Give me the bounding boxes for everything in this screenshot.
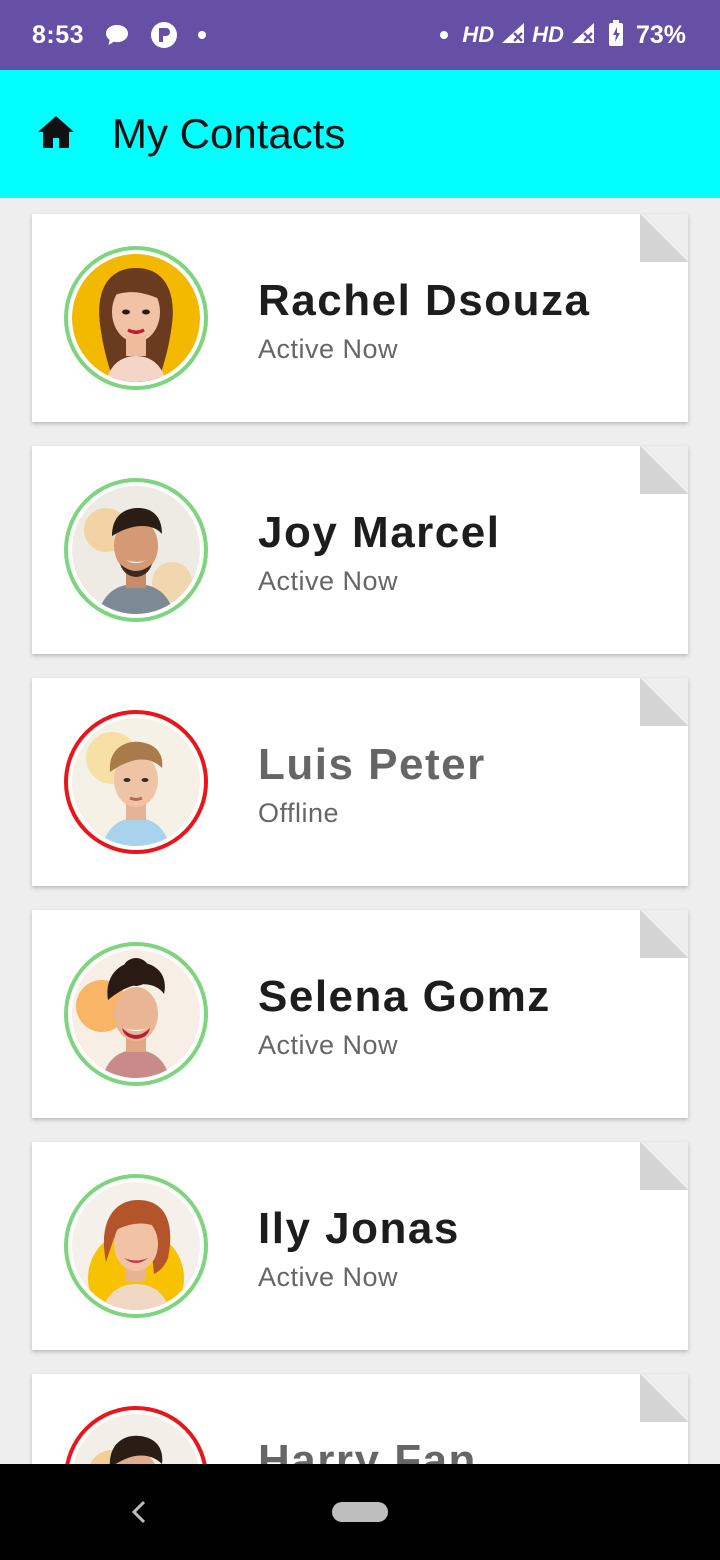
network-type-1: HD — [462, 22, 495, 47]
signal-icon-1 — [500, 21, 526, 50]
avatar-ring-online — [64, 478, 208, 622]
screen: 8:53 HD HD 73% My Contacts Rachel Dsouza… — [0, 0, 720, 1560]
contact-card[interactable]: Harry Fan — [32, 1374, 688, 1464]
home-pill-button[interactable] — [332, 1502, 388, 1522]
avatar — [72, 254, 200, 382]
contact-name: Joy Marcel — [258, 508, 501, 557]
card-corner-fold — [640, 910, 688, 958]
card-corner-fold — [640, 446, 688, 494]
contact-name: Rachel Dsouza — [258, 276, 591, 325]
home-icon[interactable] — [36, 114, 76, 155]
status-time: 8:53 — [32, 20, 85, 49]
avatar-ring-online — [64, 246, 208, 390]
battery-charging-icon — [608, 19, 624, 51]
avatar — [72, 486, 200, 614]
card-corner-fold — [640, 678, 688, 726]
contact-card[interactable]: Rachel Dsouza Active Now — [32, 214, 688, 422]
notification-dot-icon — [440, 31, 449, 39]
contact-list: Rachel Dsouza Active Now Joy Marcel Acti… — [0, 198, 720, 1464]
network-type-2: HD — [532, 22, 564, 47]
avatar — [72, 950, 200, 1078]
status-bar: 8:53 HD HD 73% — [0, 0, 720, 70]
chat-notification-icon — [104, 23, 130, 47]
contact-card[interactable]: Selena Gomz Active Now — [32, 910, 688, 1118]
avatar — [72, 1414, 200, 1464]
avatar-ring-offline — [64, 1406, 208, 1464]
avatar-ring-online — [64, 1174, 208, 1318]
contact-name: Harry Fan — [258, 1436, 477, 1464]
contact-name: Selena Gomz — [258, 972, 551, 1021]
card-corner-fold — [640, 1374, 688, 1422]
avatar — [72, 1182, 200, 1310]
back-icon[interactable] — [128, 1498, 150, 1526]
app-bar: My Contacts — [0, 70, 720, 198]
avatar-ring-offline — [64, 710, 208, 854]
contact-status: Active Now — [258, 1262, 399, 1292]
contact-card[interactable]: Ily Jonas Active Now — [32, 1142, 688, 1350]
more-notifications-dot-icon — [198, 31, 207, 39]
page-title: My Contacts — [112, 110, 346, 157]
battery-percentage: 73% — [635, 20, 686, 49]
signal-icon-2 — [570, 21, 596, 50]
contact-card[interactable]: Joy Marcel Active Now — [32, 446, 688, 654]
avatar-ring-online — [64, 942, 208, 1086]
contact-card[interactable]: Luis Peter Offline — [32, 678, 688, 886]
contact-status: Active Now — [258, 1030, 399, 1060]
contact-status: Offline — [258, 798, 340, 828]
card-corner-fold — [640, 1142, 688, 1190]
avatar — [72, 718, 200, 846]
card-corner-fold — [640, 214, 688, 262]
navigation-bar — [0, 1464, 720, 1560]
contact-status: Active Now — [258, 566, 399, 596]
contact-status: Active Now — [258, 334, 399, 364]
app-notification-icon — [150, 21, 178, 49]
contact-name: Ily Jonas — [258, 1204, 460, 1253]
contact-name: Luis Peter — [258, 740, 486, 789]
